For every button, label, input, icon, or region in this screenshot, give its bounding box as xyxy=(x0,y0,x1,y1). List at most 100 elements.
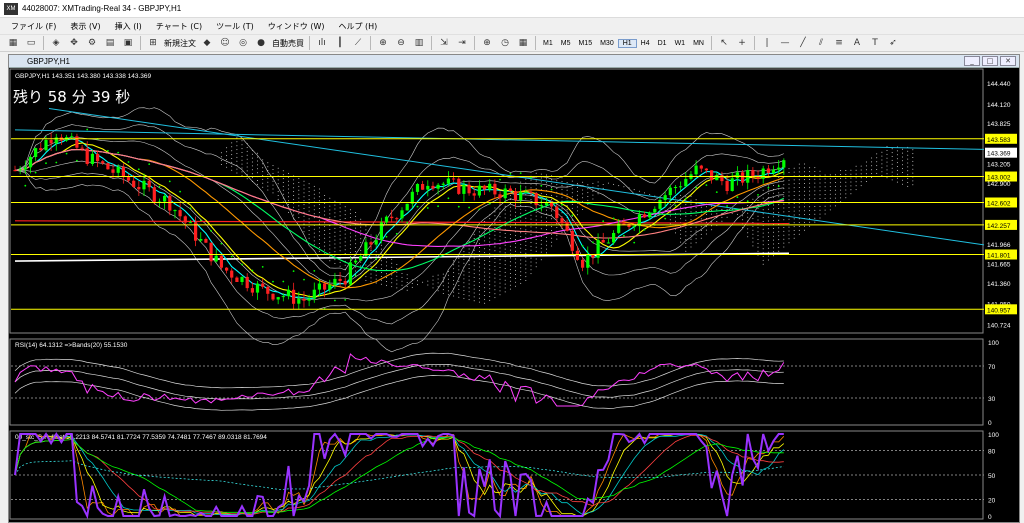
auto-trading-button[interactable]: 自動売買 xyxy=(272,38,304,49)
templates-icon[interactable]: ▦ xyxy=(516,36,530,50)
cloud-dot xyxy=(468,275,470,277)
cloud-dot xyxy=(540,193,542,195)
timeframe-m1[interactable]: M1 xyxy=(539,40,557,47)
terminal-icon[interactable]: ▤ xyxy=(103,36,117,50)
cloud-dot xyxy=(329,229,331,230)
profiles-icon[interactable]: ▭ xyxy=(24,36,38,50)
cloud-dot xyxy=(798,233,800,235)
channel-icon[interactable]: ⫽ xyxy=(814,36,828,50)
periods-icon[interactable]: ◷ xyxy=(498,36,512,50)
cloud-dot xyxy=(344,264,346,266)
cloud-dot xyxy=(530,273,532,275)
cloud-dot xyxy=(406,289,408,291)
timeframe-w1[interactable]: W1 xyxy=(671,40,690,47)
indicators-icon[interactable]: ⊕ xyxy=(480,36,494,50)
cloud-dot xyxy=(344,218,346,219)
sar-dot xyxy=(499,178,501,181)
chart-shift-icon[interactable]: ⇥ xyxy=(455,36,469,50)
new-order-icon[interactable]: ⊞ xyxy=(146,36,160,50)
timeframe-m30[interactable]: M30 xyxy=(596,40,618,47)
maximize-icon[interactable]: □ xyxy=(982,56,998,66)
cloud-dot xyxy=(809,186,811,188)
fibonacci-icon[interactable]: ≡ xyxy=(832,36,846,50)
menu-item-4[interactable]: ツール (T) xyxy=(209,21,261,32)
navigator-icon[interactable]: ⚙ xyxy=(85,36,99,50)
zoom-in-icon[interactable]: ⊕ xyxy=(376,36,390,50)
menu-item-6[interactable]: ヘルプ (H) xyxy=(331,21,384,32)
cloud-dot xyxy=(840,189,842,191)
arrows-icon[interactable]: ➶ xyxy=(886,36,900,50)
cloud-dot xyxy=(504,283,506,285)
candlestick-icon[interactable]: ┃ xyxy=(333,36,347,50)
cloud-dot xyxy=(700,206,702,208)
cloud-dot xyxy=(767,220,769,222)
menu-item-1[interactable]: 表示 (V) xyxy=(63,21,107,32)
minimize-icon[interactable]: _ xyxy=(964,56,980,66)
cloud-dot xyxy=(220,156,222,158)
tile-windows-icon[interactable]: ▥ xyxy=(412,36,426,50)
cloud-dot xyxy=(587,192,589,194)
text-icon[interactable]: A xyxy=(850,36,864,50)
price-chart[interactable]: 144.440 144.120 143.825 143.583 143.369 143.2… xyxy=(9,68,1019,522)
cloud-dot xyxy=(561,231,563,233)
candle-body xyxy=(183,216,187,223)
cursor-icon[interactable]: ↖ xyxy=(717,36,731,50)
close-icon[interactable]: ✕ xyxy=(1000,56,1016,66)
horizontal-line-icon[interactable]: — xyxy=(778,36,792,50)
cloud-dot xyxy=(809,171,811,173)
cloud-dot xyxy=(509,226,511,228)
timeframe-d1[interactable]: D1 xyxy=(654,40,671,47)
cloud-dot xyxy=(478,293,480,295)
menu-item-3[interactable]: チャート (C) xyxy=(149,21,209,32)
auto-scroll-icon[interactable]: ⇲ xyxy=(437,36,451,50)
candle-body xyxy=(503,188,507,199)
menu-item-0[interactable]: ファイル (F) xyxy=(4,21,63,32)
bar-chart-icon[interactable]: ılı xyxy=(315,36,329,50)
candle-body xyxy=(715,175,719,181)
cloud-dot xyxy=(685,227,687,229)
new-order-button[interactable]: 新規注文 xyxy=(164,38,196,49)
new-chart-icon[interactable]: ▦ xyxy=(6,36,20,50)
timeframe-m15[interactable]: M15 xyxy=(574,40,596,47)
cloud-dot xyxy=(592,182,594,184)
cloud-dot xyxy=(798,206,800,208)
cloud-dot xyxy=(788,191,790,193)
candle-body xyxy=(96,153,100,162)
timeframe-mn[interactable]: MN xyxy=(689,40,708,47)
cloud-dot xyxy=(767,259,769,261)
menu-item-2[interactable]: 挿入 (I) xyxy=(108,21,149,32)
timeframe-h1[interactable]: H1 xyxy=(617,38,637,48)
crosshair-icon[interactable]: + xyxy=(735,36,749,50)
cloud-dot xyxy=(484,271,486,273)
meta-editor-icon[interactable]: ◆ xyxy=(200,36,214,50)
sar-dot xyxy=(447,197,450,200)
market-watch-icon[interactable]: ◈ xyxy=(49,36,63,50)
cloud-dot xyxy=(494,289,496,291)
candle-body xyxy=(725,181,729,191)
candle-body xyxy=(44,140,48,151)
cloud-dot xyxy=(251,161,253,163)
cloud-dot xyxy=(695,242,697,244)
auto-trading-icon[interactable]: ● xyxy=(254,36,268,50)
cloud-dot xyxy=(840,181,842,183)
cloud-dot xyxy=(313,185,315,187)
cloud-dot xyxy=(515,277,516,279)
vps-icon[interactable]: ◎ xyxy=(236,36,250,50)
zoom-out-icon[interactable]: ⊖ xyxy=(394,36,408,50)
timeframe-h4[interactable]: H4 xyxy=(637,40,654,47)
signals-icon[interactable]: ☺ xyxy=(218,36,232,50)
cloud-dot xyxy=(458,292,460,294)
cloud-dot xyxy=(855,185,857,187)
cloud-dot xyxy=(442,277,444,279)
cloud-dot xyxy=(473,280,475,282)
candle-body xyxy=(761,168,765,179)
menu-item-5[interactable]: ウィンドウ (W) xyxy=(261,21,332,32)
tester-icon[interactable]: ▣ xyxy=(121,36,135,50)
vertical-line-icon[interactable]: | xyxy=(760,36,774,50)
data-window-icon[interactable]: ✥ xyxy=(67,36,81,50)
candle-body xyxy=(421,184,425,190)
trendline-icon[interactable]: ╱ xyxy=(796,36,810,50)
line-chart-icon[interactable]: ⟋ xyxy=(351,36,365,50)
label-icon[interactable]: T xyxy=(868,36,882,50)
timeframe-m5[interactable]: M5 xyxy=(557,40,575,47)
